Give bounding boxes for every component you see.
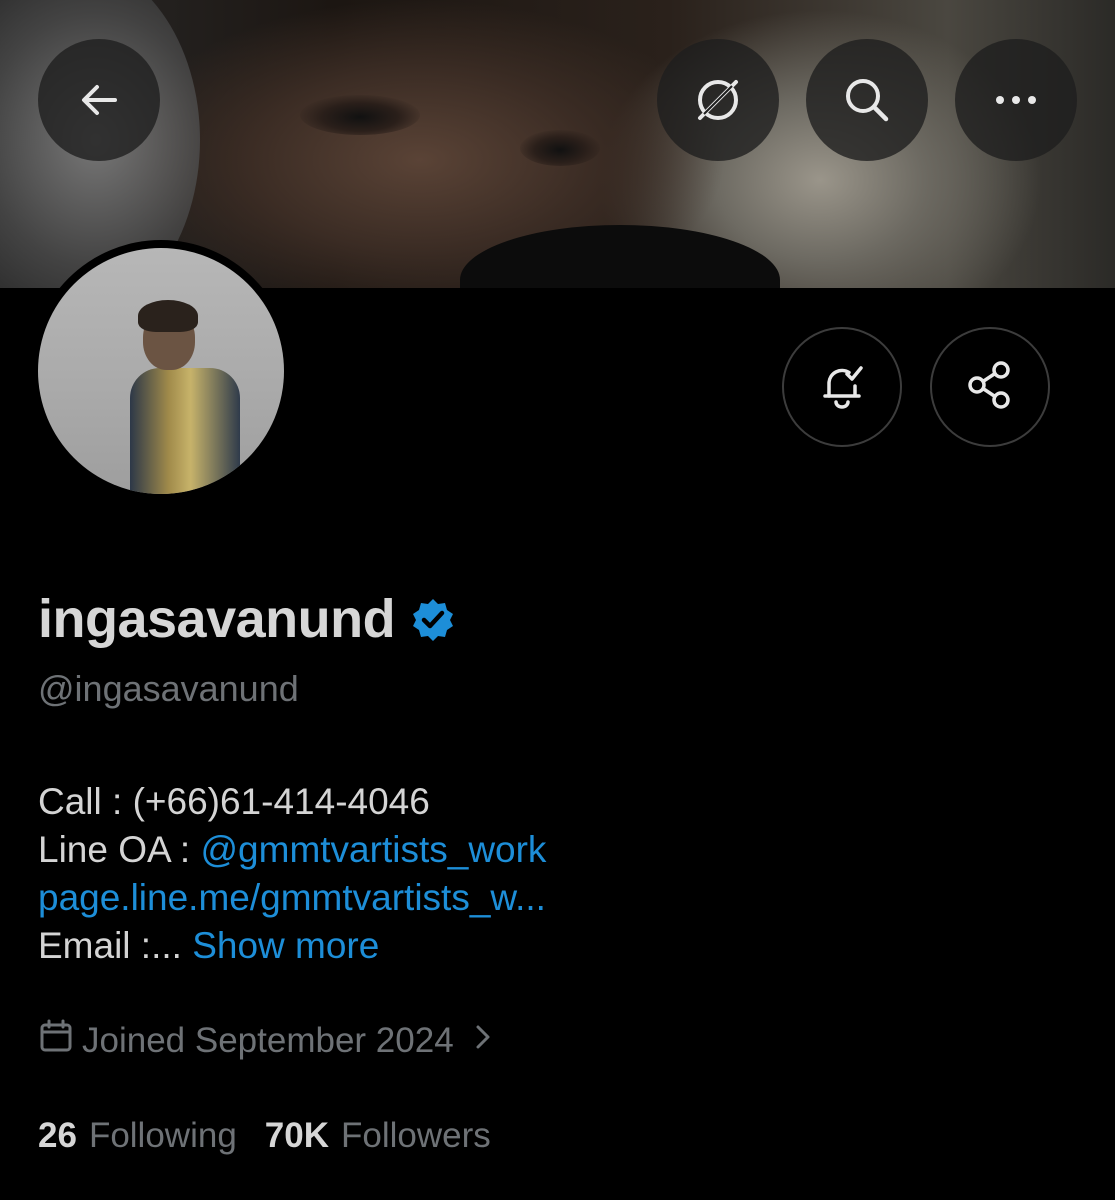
notifications-button[interactable] — [782, 327, 902, 447]
bio-email-text: Email :... — [38, 925, 193, 966]
show-more-link[interactable]: Show more — [192, 925, 379, 966]
follow-stats: 26 Following 70K Followers — [38, 1116, 491, 1156]
calendar-icon — [38, 1018, 74, 1063]
more-horizontal-icon — [992, 94, 1040, 106]
search-icon — [841, 74, 893, 126]
line-oa-mention-link[interactable]: @gmmtvartists_work — [201, 829, 547, 870]
banner-eye-right — [520, 130, 600, 166]
bio-line-oa-line: Line OA : @gmmtvartists_work — [38, 826, 546, 874]
profile-name-row: ingasavanund — [38, 588, 457, 650]
bio-call-line: Call : (+66)61-414-4046 — [38, 781, 430, 822]
joined-date-text: Joined September 2024 — [82, 1020, 454, 1060]
back-button[interactable] — [38, 39, 160, 161]
following-stat-link[interactable]: 26 Following — [38, 1116, 237, 1156]
grok-icon — [692, 74, 744, 126]
profile-avatar[interactable] — [30, 240, 292, 502]
more-button[interactable] — [955, 39, 1077, 161]
grok-button[interactable] — [657, 39, 779, 161]
line-url-link[interactable]: page.line.me/gmmtvartists_w... — [38, 874, 546, 922]
followers-label: Followers — [341, 1116, 491, 1155]
banner-eye-left — [300, 95, 420, 135]
avatar-figure-body — [130, 368, 240, 494]
profile-bio: Call : (+66)61-414-4046 Line OA : @gmmtv… — [38, 778, 546, 970]
bio-email-line: Email :... Show more — [38, 922, 546, 970]
chevron-right-icon — [472, 1021, 494, 1061]
followers-stat-link[interactable]: 70K Followers — [265, 1116, 491, 1156]
search-button[interactable] — [806, 39, 928, 161]
arrow-left-icon — [75, 76, 123, 124]
following-label: Following — [88, 1116, 237, 1155]
verified-badge-icon[interactable] — [409, 596, 457, 649]
share-button[interactable] — [930, 327, 1050, 447]
display-name: ingasavanund — [38, 589, 396, 649]
share-icon — [963, 358, 1017, 417]
banner-face-mask — [460, 225, 780, 288]
followers-count: 70K — [264, 1116, 330, 1155]
profile-handle: @ingasavanund — [38, 668, 299, 709]
avatar-figure-hair — [138, 300, 198, 332]
bio-line-oa-label: Line OA : — [38, 829, 201, 870]
following-count: 26 — [38, 1116, 77, 1155]
joined-date-row[interactable]: Joined September 2024 — [38, 1018, 494, 1063]
avatar-photo — [38, 248, 284, 494]
bell-check-icon — [815, 358, 869, 417]
